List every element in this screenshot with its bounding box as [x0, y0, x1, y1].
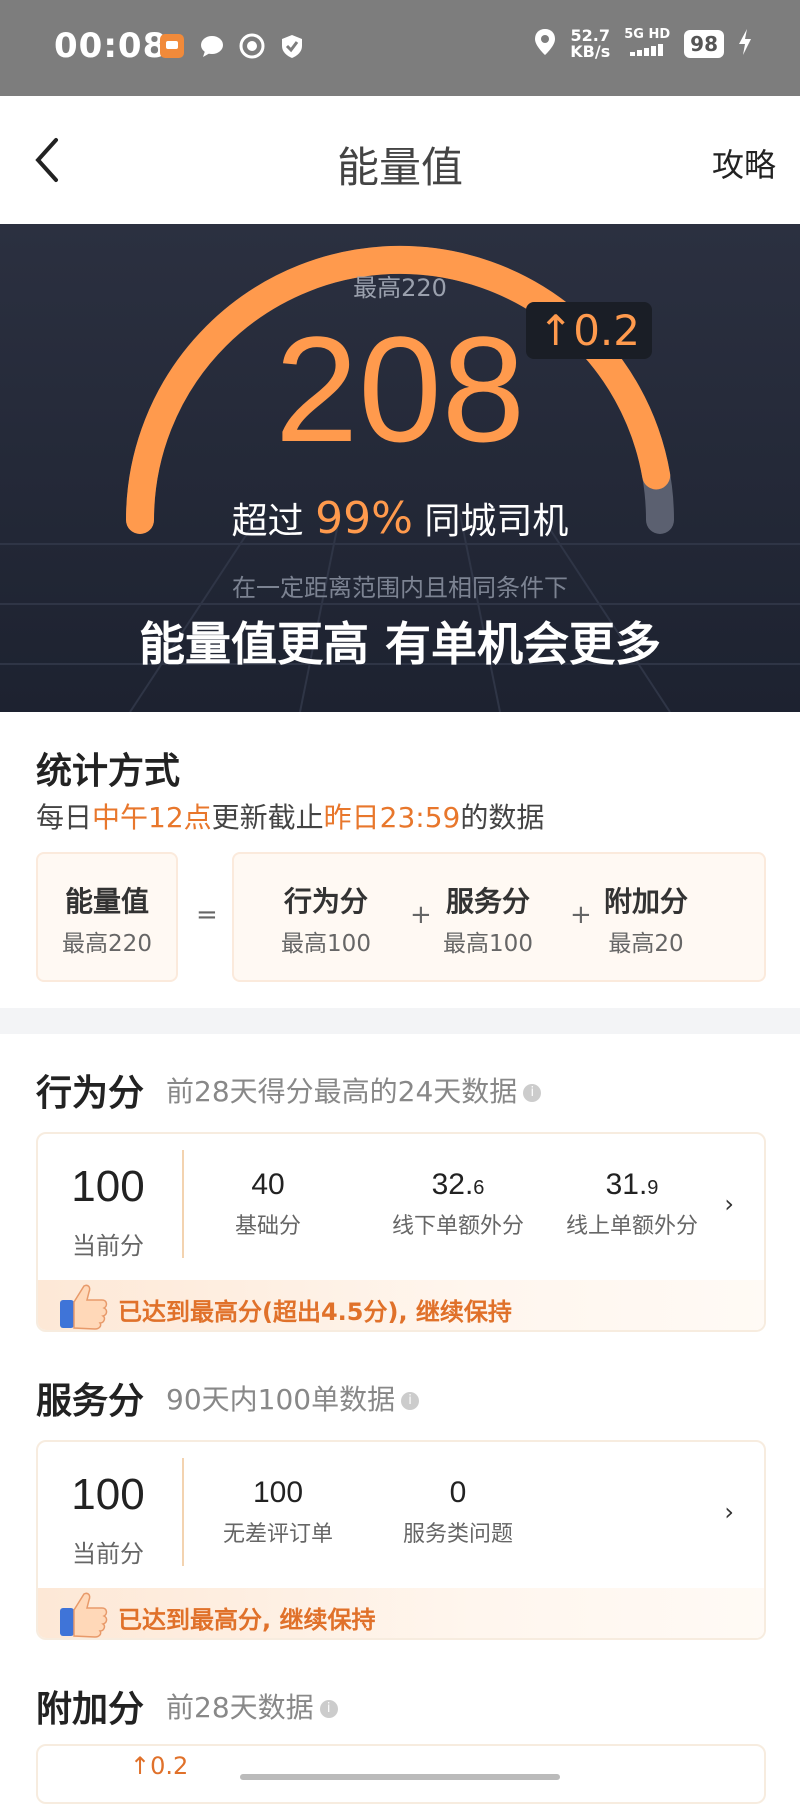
metric-online: 31.9 线上单额外分 — [542, 1168, 722, 1240]
info-icon[interactable]: i — [319, 1700, 338, 1718]
extra-title: 附加分 — [36, 1689, 145, 1730]
camera-notification-icon — [238, 32, 266, 60]
chat-bubble-icon — [198, 32, 226, 60]
formula-part-extra: 附加分 最高20 — [586, 880, 706, 958]
stats-sub-2: 中午12点 — [92, 801, 212, 834]
stats-sub-5: 的数据 — [460, 801, 545, 834]
network-type: 5G HD — [624, 27, 671, 42]
service-sub-text: 90天内100单数据 — [166, 1383, 396, 1416]
formula-part-behavior: 行为分 最高100 — [266, 880, 386, 958]
metric-service-issues: 0 服务类问题 — [378, 1476, 538, 1548]
behavior-sub-text: 前28天得分最高的24天数据 — [166, 1075, 518, 1108]
metric-value: 0 — [449, 1476, 467, 1509]
stats-subtitle: 每日中午12点更新截止昨日23:59的数据 — [36, 796, 544, 836]
metric-no-bad-review: 100 无差评订单 — [198, 1476, 358, 1548]
metric-label: 服务类问题 — [402, 1522, 513, 1547]
status-message: 已达到最高分, 继续保持 — [118, 1606, 376, 1634]
current-score-label: 当前分 — [72, 1540, 144, 1568]
current-score: 100 — [71, 1470, 145, 1519]
formula-part-max: 最高20 — [608, 931, 684, 957]
page-title: 能量值 — [336, 143, 463, 192]
beat-prefix: 超过 — [231, 501, 304, 542]
metric-base: 40 基础分 — [198, 1168, 338, 1240]
energy-score: 208 — [274, 305, 526, 473]
behavior-subtitle: 前28天得分最高的24天数据 i — [166, 1070, 542, 1110]
stats-title: 统计方式 — [36, 751, 181, 792]
stats-sub-3: 更新截止 — [211, 801, 324, 834]
status-time: 00:08 — [54, 26, 168, 66]
thumbs-up-icon — [60, 1592, 108, 1638]
formula-part-max: 最高100 — [281, 931, 371, 957]
speed-unit: KB/s — [570, 42, 611, 61]
signal-block: 5G HD — [624, 28, 670, 60]
status-strip: 已达到最高分, 继续保持 — [38, 1588, 764, 1638]
metric-value: 32.6 — [431, 1168, 485, 1201]
current-score-label: 当前分 — [72, 1232, 144, 1260]
max-label: 最高220 — [353, 274, 447, 302]
stats-sub-1: 每日 — [36, 801, 93, 834]
stats-sub-4: 昨日23:59 — [323, 801, 461, 834]
service-subtitle: 90天内100单数据 i — [166, 1378, 420, 1418]
chevron-right-icon[interactable]: › — [724, 1498, 734, 1526]
status-strip: 已达到最高分(超出4.5分), 继续保持 — [38, 1280, 764, 1330]
formula-part-service: 服务分 最高100 — [428, 880, 548, 958]
info-icon[interactable]: i — [523, 1084, 542, 1102]
metric-value: 40 — [251, 1168, 285, 1201]
beat-suffix: 同城司机 — [424, 501, 569, 542]
nav-bar: 能量值 攻略 — [0, 96, 800, 224]
score-delta-badge: ↑0.2 — [526, 302, 652, 359]
beat-text: 超过 99% 同城司机 — [0, 492, 800, 544]
beat-percentage: 99% — [315, 493, 413, 544]
formula-part-max: 最高100 — [443, 931, 533, 957]
metric-label: 基础分 — [234, 1214, 301, 1239]
card-divider — [182, 1150, 184, 1258]
network-speed: 52.7 KB/s — [570, 28, 610, 60]
metric-label: 线上单额外分 — [565, 1214, 698, 1239]
signal-bars-icon — [630, 41, 664, 60]
metric-label: 线下单额外分 — [391, 1214, 524, 1239]
status-right: 52.7 KB/s 5G HD 98 — [534, 28, 752, 60]
info-icon[interactable]: i — [401, 1392, 420, 1410]
battery-level: 98 — [684, 30, 724, 58]
status-message: 已达到最高分(超出4.5分), 继续保持 — [118, 1298, 512, 1326]
metric-label: 无差评订单 — [222, 1522, 333, 1547]
chevron-right-icon[interactable]: › — [724, 1190, 734, 1218]
notification-icons — [158, 32, 306, 60]
formula-equals: = — [196, 900, 218, 930]
formula-total: 能量值 最高220 — [36, 880, 178, 958]
charging-icon — [738, 29, 752, 59]
location-icon — [534, 28, 556, 60]
current-score: 100 — [71, 1162, 145, 1211]
behavior-card[interactable]: 100 当前分 40 基础分 32.6 线下单额外分 31.9 线上单额外分 ›… — [36, 1132, 766, 1332]
home-indicator[interactable] — [240, 1774, 560, 1780]
card-divider — [182, 1458, 184, 1566]
extra-delta: ↑0.2 — [130, 1752, 189, 1780]
status-bar: 00:08 52.7 KB/s 5G HD 98 — [0, 0, 800, 96]
service-card[interactable]: 100 当前分 100 无差评订单 0 服务类问题 › 已达到最高分, 继续保持 — [36, 1440, 766, 1640]
section-divider — [0, 1008, 800, 1034]
thumbs-up-icon — [60, 1284, 108, 1330]
service-title: 服务分 — [36, 1381, 145, 1422]
metric-offline: 32.6 线下单额外分 — [368, 1168, 548, 1240]
shield-check-icon — [278, 32, 306, 60]
formula-total-max: 最高220 — [62, 931, 152, 957]
energy-formula: 能量值 最高220 = 行为分 最高100 + 服务分 最高100 + 附加分 … — [36, 852, 766, 982]
extra-sub-text: 前28天数据 — [166, 1691, 314, 1724]
formula-part-title: 附加分 — [603, 885, 688, 918]
formula-part-title: 服务分 — [445, 885, 530, 918]
behavior-title: 行为分 — [36, 1073, 145, 1114]
condition-note: 在一定距离范围内且相同条件下 — [232, 574, 568, 602]
app-notification-icon — [158, 32, 186, 60]
metric-value: 100 — [252, 1476, 304, 1509]
extra-subtitle: 前28天数据 i — [166, 1686, 338, 1726]
formula-part-title: 行为分 — [283, 885, 368, 918]
guide-link[interactable]: 攻略 — [712, 140, 776, 186]
formula-total-title: 能量值 — [64, 885, 149, 918]
slogan: 能量值更高 有单机会更多 — [138, 617, 661, 671]
metric-value: 31.9 — [605, 1168, 659, 1201]
energy-hero: 最高220 208 ↑0.2 超过 99% 同城司机 在一定距离范围内且相同条件… — [0, 224, 800, 712]
